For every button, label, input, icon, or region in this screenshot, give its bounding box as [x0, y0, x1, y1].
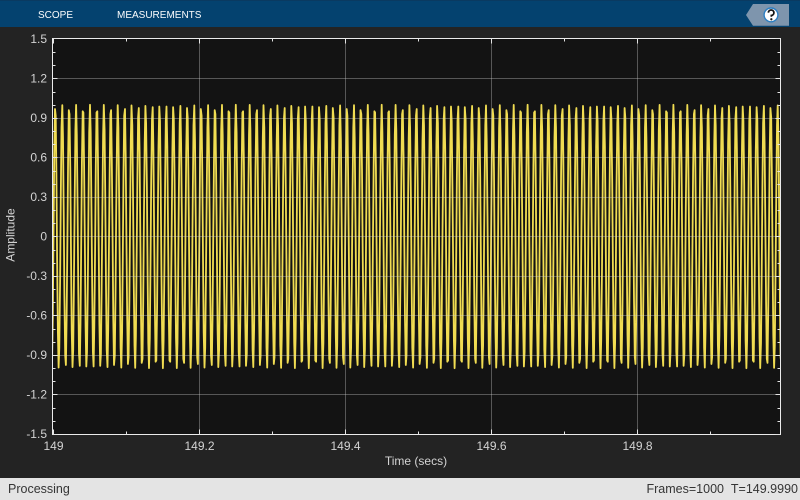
svg-text:-0.3: -0.3	[26, 269, 47, 283]
svg-text:0.9: 0.9	[30, 111, 47, 125]
svg-text:-1.2: -1.2	[26, 388, 47, 402]
svg-text:149.4: 149.4	[330, 439, 360, 453]
svg-text:-0.9: -0.9	[26, 348, 47, 362]
svg-text:Amplitude: Amplitude	[4, 208, 18, 262]
svg-text:Time (secs): Time (secs)	[385, 454, 447, 468]
svg-text:1.2: 1.2	[30, 72, 47, 86]
svg-text:0.6: 0.6	[30, 151, 47, 165]
svg-text:149: 149	[43, 439, 63, 453]
svg-text:0: 0	[40, 230, 47, 244]
svg-text:149.6: 149.6	[476, 439, 506, 453]
svg-text:149.2: 149.2	[184, 439, 214, 453]
svg-text:1.5: 1.5	[30, 32, 47, 46]
svg-text:-0.6: -0.6	[26, 309, 47, 323]
svg-text:0.3: 0.3	[30, 190, 47, 204]
svg-text:149.8: 149.8	[622, 439, 652, 453]
